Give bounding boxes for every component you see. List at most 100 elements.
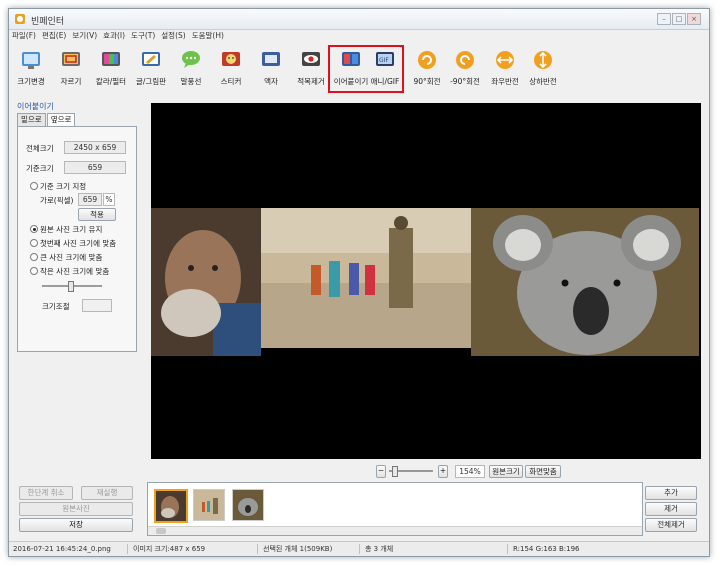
zoom-in-button[interactable]: + [438,465,448,478]
title-bar: 빈페인터 – □ × [9,9,709,30]
original-photo-button[interactable]: 원본사진 [19,502,133,516]
radio-fit-largest[interactable] [30,253,38,261]
sticker-button[interactable]: 스티커 [211,47,251,91]
app-logo-icon [15,14,25,24]
photo-street-scene [261,208,471,348]
thumbnail-strip [147,482,643,536]
text-draw-button[interactable]: 글/그림판 [131,47,171,91]
resize-label: 크기변경 [17,77,45,86]
merged-image-preview [151,208,699,356]
thumbnail-2[interactable] [193,489,225,521]
status-separator [257,544,258,554]
menu-edit[interactable]: 편집(E) [39,30,69,42]
size-adjust-input[interactable] [82,299,112,312]
menu-help[interactable]: 도움말(H) [189,30,227,42]
radio-base-size[interactable] [30,182,38,190]
crop-label: 자르기 [60,77,82,86]
remove-all-button[interactable]: 전체제거 [645,518,697,532]
menu-tools[interactable]: 도구(T) [128,30,158,42]
size-slider-thumb[interactable] [68,281,74,292]
option-fit-first: 첫번째 사진 크기에 맞춤 [40,239,117,248]
frame-button[interactable]: 액자 [251,47,291,91]
radio-fit-smallest[interactable] [30,267,38,275]
speech-bubble-icon [182,51,200,68]
status-selected: 선택된 개체 1(509KB) [263,545,333,553]
status-filename: 2016-07-21 16:45:24_0.png [13,545,111,553]
red-eye-icon [302,52,320,66]
speech-bubble-button[interactable]: 말풍선 [171,47,211,91]
thumbnail-man-image [156,491,186,521]
resize-button[interactable]: 크기변경 [11,47,51,91]
menu-settings[interactable]: 설정(S) [158,30,188,42]
merge-options-panel: 이어붙이기 밑으로 옆으로 전체크기 2450 x 659 기준크기 659 기… [13,99,147,484]
status-separator [507,544,508,554]
radio-fit-first[interactable] [30,239,38,247]
save-button[interactable]: 저장 [19,518,133,532]
close-button[interactable]: × [687,13,701,25]
thumbnail-1[interactable] [154,489,188,523]
flip-v-icon [534,51,552,69]
resize-icon [22,52,40,69]
thumbnail-scrollbar[interactable] [148,526,642,535]
window-title: 빈페인터 [31,17,65,27]
fit-screen-button[interactable]: 화면맞춤 [525,465,561,478]
redo-button[interactable]: 재실행 [81,486,133,500]
apply-button[interactable]: 적용 [78,208,116,221]
rotate-ccw-button[interactable]: -90°회전 [445,47,485,91]
total-size-label: 전체크기 [26,144,54,153]
base-size-value: 659 [64,161,126,174]
red-eye-button[interactable]: 적목제거 [291,47,331,91]
remove-button[interactable]: 제거 [645,502,697,516]
text-draw-label: 글/그림판 [135,77,167,86]
tab-horizontal[interactable]: 옆으로 [46,113,76,127]
menu-bar: 파일(F) 편집(E) 보기(V) 효과(I) 도구(T) 설정(S) 도움말(… [9,30,709,42]
image-canvas[interactable] [151,103,701,459]
menu-effects[interactable]: 효과(I) [100,30,128,42]
zoom-slider-thumb[interactable] [392,466,398,477]
crop-icon [62,52,80,66]
app-window: 빈페인터 – □ × 파일(F) 편집(E) 보기(V) 효과(I) 도구(T)… [8,8,710,557]
option-fit-smallest: 작은 사진 크기에 맞춤 [40,267,110,276]
toolbar-highlight-box [328,45,404,93]
rotate-cw-button[interactable]: 90°회전 [407,47,447,91]
maximize-button[interactable]: □ [672,13,686,25]
menu-file[interactable]: 파일(F) [9,30,39,42]
add-button[interactable]: 추가 [645,486,697,500]
width-px-label: 가로(픽셀) [40,196,74,205]
photo-old-man [151,208,261,356]
thumbnail-scroll-thumb[interactable] [156,528,166,534]
opt-base-size-label: 기준 크기 지정 [40,182,87,191]
text-draw-icon [142,52,160,66]
menu-view[interactable]: 보기(V) [69,30,100,42]
speech-bubble-label: 말풍선 [180,77,202,86]
rotate-ccw-label: -90°회전 [450,77,480,86]
flip-h-label: 좌우반전 [491,77,519,86]
flip-h-button[interactable]: 좌우반전 [485,47,525,91]
flip-v-label: 상하반전 [529,77,557,86]
width-px-input[interactable]: 659 [78,193,102,206]
undo-button[interactable]: 한단계 취소 [19,486,73,500]
crop-button[interactable]: 자르기 [51,47,91,91]
original-size-button[interactable]: 원본크기 [489,465,523,478]
status-separator [359,544,360,554]
sticker-label: 스티커 [220,77,242,86]
panel-title: 이어붙이기 [17,102,54,111]
minimize-button[interactable]: – [657,13,671,25]
flip-v-button[interactable]: 상하반전 [523,47,563,91]
panel-tabs: 밑으로 옆으로 [17,113,76,127]
tab-vertical[interactable]: 밑으로 [17,113,46,126]
size-adjust-label: 크기조절 [42,302,70,311]
color-filter-icon [102,52,120,66]
status-rgb: R:154 G:163 B:196 [513,545,580,553]
rotate-ccw-icon [456,51,474,69]
percent-toggle[interactable]: % [103,193,115,206]
color-filter-label: 칼라/필터 [95,77,127,86]
photo-koala [471,208,699,356]
red-eye-label: 적목제거 [297,77,325,86]
radio-keep-original[interactable] [30,225,38,233]
tab-content: 전체크기 2450 x 659 기준크기 659 기준 크기 지정 가로(픽셀)… [17,126,137,352]
zoom-out-button[interactable]: − [376,465,386,478]
status-bar: 2016-07-21 16:45:24_0.png 이미지 크기:487 x 6… [9,541,709,556]
thumbnail-3[interactable] [232,489,264,521]
color-filter-button[interactable]: 칼라/필터 [91,47,131,91]
